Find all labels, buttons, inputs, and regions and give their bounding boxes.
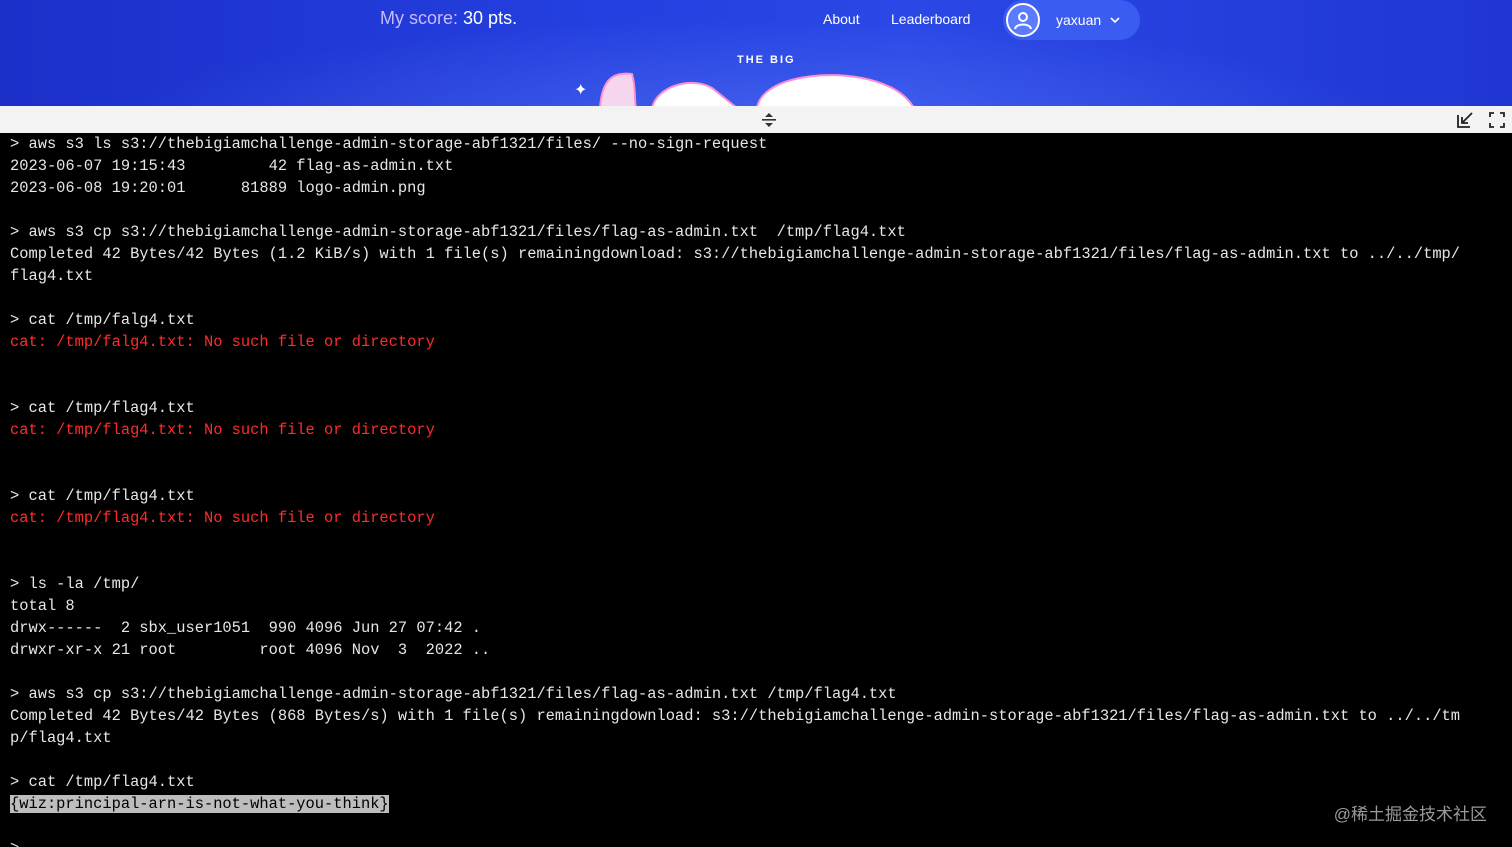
- terminal-line: Completed 42 Bytes/42 Bytes (1.2 KiB/s) …: [10, 245, 1461, 263]
- terminal-line: > cat /tmp/flag4.txt: [10, 399, 195, 417]
- terminal-line: 2023-06-08 19:20:01 81889 logo-admin.png: [10, 179, 426, 197]
- terminal-output[interactable]: > aws s3 ls s3://thebigiamchallenge-admi…: [0, 133, 1512, 847]
- nav-leaderboard-link[interactable]: Leaderboard: [891, 11, 970, 27]
- sparkle-icon: ✦: [574, 82, 588, 99]
- banner-title-small: THE BIG: [737, 54, 796, 66]
- score-label: My score:: [380, 8, 459, 28]
- chevron-down-icon: [1110, 17, 1120, 24]
- page-banner: My score: 30 pts. About Leaderboard yaxu…: [0, 0, 1512, 106]
- watermark: @稀土掘金技术社区: [1333, 805, 1487, 824]
- terminal-line: cat: /tmp/flag4.txt: No such file or dir…: [10, 421, 435, 439]
- banner-logo-art: [599, 72, 914, 106]
- terminal-line: p/flag4.txt: [10, 729, 112, 747]
- terminal-line: > aws s3 ls s3://thebigiamchallenge-admi…: [10, 135, 768, 153]
- user-menu-button[interactable]: yaxuan: [1003, 0, 1140, 40]
- nav-about-link[interactable]: About: [823, 11, 860, 27]
- terminal-line: > aws s3 cp s3://thebigiamchallenge-admi…: [10, 223, 906, 241]
- terminal-lines: > aws s3 ls s3://thebigiamchallenge-admi…: [10, 133, 1505, 847]
- terminal-line: > cat /tmp/flag4.txt: [10, 487, 195, 505]
- terminal-line: cat: /tmp/falg4.txt: No such file or dir…: [10, 333, 435, 351]
- terminal-line: {wiz:principal-arn-is-not-what-you-think…: [10, 793, 1505, 815]
- terminal-line: > cat /tmp/flag4.txt: [10, 773, 195, 791]
- terminal-line: Completed 42 Bytes/42 Bytes (868 Bytes/s…: [10, 707, 1461, 725]
- terminal-line: > cat /tmp/falg4.txt: [10, 311, 195, 329]
- terminal-line: 2023-06-07 19:15:43 42 flag-as-admin.txt: [10, 157, 454, 175]
- panel-toolbar: [0, 106, 1512, 134]
- terminal-line: drwxr-xr-x 21 root root 4096 Nov 3 2022 …: [10, 641, 491, 659]
- terminal-line: > aws s3 cp s3://thebigiamchallenge-admi…: [10, 685, 897, 703]
- selected-flag-text: {wiz:principal-arn-is-not-what-you-think…: [10, 795, 389, 813]
- terminal-line: cat: /tmp/flag4.txt: No such file or dir…: [10, 509, 435, 527]
- terminal-line: total 8: [10, 597, 75, 615]
- minimize-panel-icon[interactable]: [1455, 110, 1475, 130]
- score-display: My score: 30 pts.: [380, 8, 517, 29]
- terminal-line: flag4.txt: [10, 267, 94, 285]
- terminal-line: drwx------ 2 sbx_user1051 990 4096 Jun 2…: [10, 619, 482, 637]
- terminal-line: > ls -la /tmp/: [10, 575, 140, 593]
- resize-handle-icon[interactable]: [760, 112, 778, 128]
- fullscreen-icon[interactable]: [1488, 111, 1506, 129]
- score-value: 30 pts.: [463, 8, 518, 28]
- terminal-line: >: [10, 837, 1505, 847]
- user-avatar-icon: [1006, 3, 1040, 37]
- user-name: yaxuan: [1056, 12, 1102, 28]
